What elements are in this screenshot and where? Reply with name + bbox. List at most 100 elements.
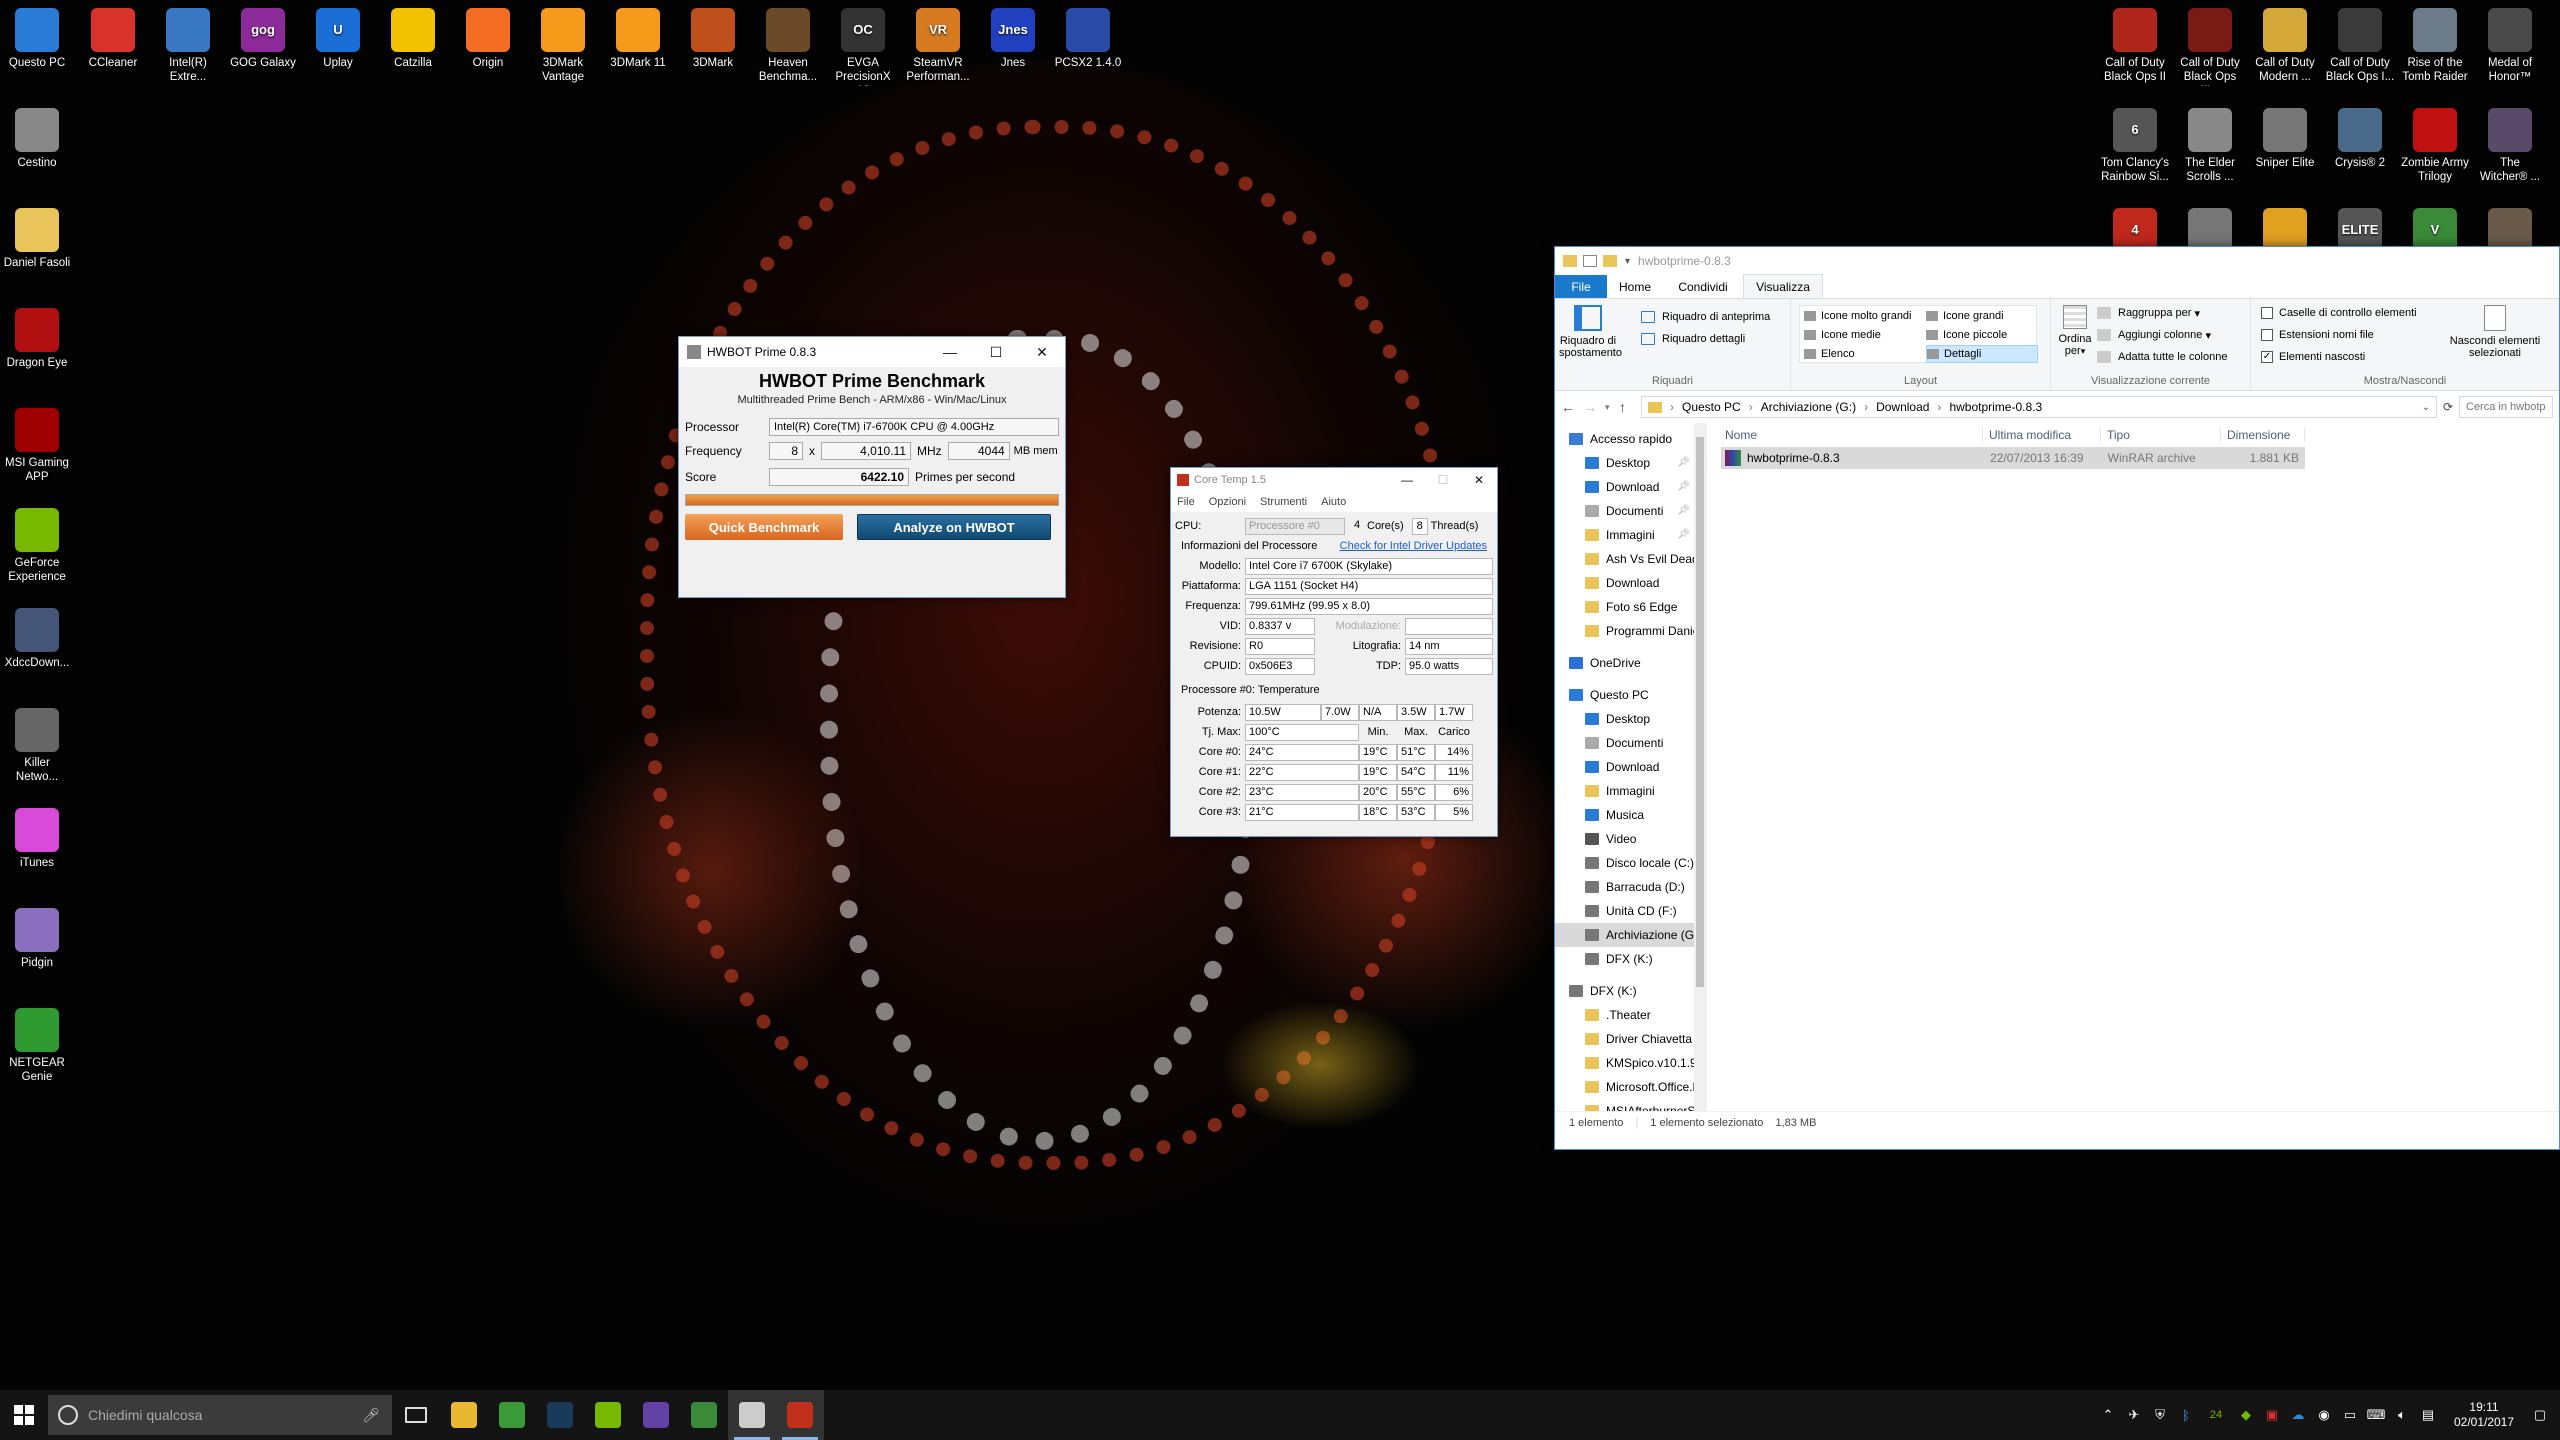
nav-item[interactable]: Unità CD (F:) <box>1555 899 1706 923</box>
desktop-icon[interactable]: Origin <box>453 4 523 70</box>
desktop-icon[interactable]: PCSX2 1.4.0 <box>1053 4 1123 70</box>
microphone-icon[interactable]: 🎤︎ <box>362 1407 380 1424</box>
sort-by-button[interactable]: Ordina per▾ <box>2057 305 2093 357</box>
tray-overflow-icon[interactable]: ⌃ <box>2098 1405 2118 1425</box>
address-bar[interactable]: › Questo PC › Archiviazione (G:) › Downloa… <box>1641 396 2437 418</box>
desktop-icon[interactable]: Call of Duty Black Ops I... <box>2325 4 2395 84</box>
desktop-icon[interactable]: XdccDown... <box>2 604 72 670</box>
back-button[interactable]: ← <box>1561 399 1583 415</box>
pin-icon[interactable]: 📌︎ <box>1677 475 1690 499</box>
tray-msi-icon[interactable]: ▣ <box>2262 1405 2282 1425</box>
nav-item[interactable]: KMSpico.v10.1.9.Fi <box>1555 1051 1706 1075</box>
layout-option[interactable]: Elenco <box>1804 345 1916 363</box>
minimize-button[interactable]: — <box>1389 468 1425 492</box>
nav-item[interactable]: Video <box>1555 827 1706 851</box>
pin-icon[interactable]: 📌︎ <box>1677 451 1690 475</box>
minimize-button[interactable]: — <box>927 337 973 367</box>
desktop-icon[interactable]: 3DMark 11 <box>603 4 673 70</box>
tab-home[interactable]: Home <box>1607 275 1663 298</box>
forward-button[interactable]: → <box>1583 399 1605 415</box>
desktop-icon[interactable]: GeForce Experience <box>2 504 72 584</box>
desktop-icon[interactable]: Heaven Benchma... <box>753 4 823 84</box>
tab-condividi[interactable]: Condividi <box>1663 275 1743 298</box>
breadcrumb-current[interactable]: hwbotprime-0.8.3 <box>1949 400 2042 414</box>
hwbot-titlebar[interactable]: HWBOT Prime 0.8.3 — ☐ ✕ <box>679 337 1065 367</box>
layout-option[interactable]: Icone grandi <box>1926 307 2038 325</box>
tray-nvidia-icon[interactable]: ◆ <box>2236 1405 2256 1425</box>
pin-icon[interactable]: 📌︎ <box>1677 499 1690 523</box>
taskbar-app[interactable] <box>536 1390 584 1440</box>
layout-option[interactable]: Icone molto grandi <box>1804 307 1916 325</box>
details-pane-button[interactable]: Riquadro dettagli <box>1641 329 1745 349</box>
desktop-icon[interactable]: Killer Netwo... <box>2 704 72 784</box>
nav-item[interactable]: Desktop <box>1555 707 1706 731</box>
nav-item[interactable]: OneDrive <box>1555 651 1706 675</box>
preview-pane-button[interactable]: Riquadro di anteprima <box>1641 307 1770 327</box>
action-center-icon[interactable]: ▢ <box>2530 1405 2550 1425</box>
nav-item[interactable]: DFX (K:) <box>1555 979 1706 1003</box>
nav-item[interactable]: Download <box>1555 755 1706 779</box>
start-button[interactable] <box>0 1390 48 1440</box>
column-nome[interactable]: Nome <box>1721 428 1983 442</box>
desktop-icon[interactable]: Cestino <box>2 104 72 170</box>
desktop-icon[interactable]: U Uplay <box>303 4 373 70</box>
layout-option[interactable]: Dettagli <box>1926 345 2038 363</box>
coretemp-titlebar[interactable]: Core Temp 1.5 — ☐ ✕ <box>1171 468 1497 492</box>
layout-option[interactable]: Icone piccole <box>1926 326 2038 344</box>
desktop-icon[interactable]: Daniel Fasoli <box>2 204 72 270</box>
column-tipo[interactable]: Tipo <box>2101 428 2221 442</box>
tray-display-icon[interactable]: ▭ <box>2340 1405 2360 1425</box>
nav-item[interactable]: Questo PC <box>1555 683 1706 707</box>
tray-network-app-icon[interactable]: ✈︎ <box>2124 1405 2144 1425</box>
desktop-icon[interactable]: MSI Gaming APP <box>2 404 72 484</box>
taskbar-app[interactable] <box>728 1390 776 1440</box>
tab-file[interactable]: File <box>1555 275 1607 298</box>
nav-item[interactable]: Ash Vs Evil Dead 2 <box>1555 547 1706 571</box>
desktop-icon[interactable]: Zombie Army Trilogy <box>2400 104 2470 184</box>
tray-shield-icon[interactable]: ⛨ <box>2150 1405 2170 1425</box>
desktop-icon[interactable]: CCleaner <box>78 4 148 70</box>
nav-item[interactable]: Documenti 📌︎ <box>1555 499 1706 523</box>
taskbar-app[interactable] <box>440 1390 488 1440</box>
desktop-icon[interactable]: Pidgin <box>2 904 72 970</box>
tray-badge-icon[interactable]: 24 <box>2202 1405 2230 1425</box>
taskbar-app[interactable] <box>776 1390 824 1440</box>
desktop-icon[interactable]: Call of Duty Black Ops II <box>2100 4 2170 84</box>
search-input[interactable]: Cerca in hwbotp <box>2459 396 2553 418</box>
desktop-icon[interactable]: 3DMark Vantage <box>528 4 598 84</box>
desktop-icon[interactable]: Dragon Eye <box>2 304 72 370</box>
recent-dropdown-icon[interactable]: ▾ <box>1605 402 1619 413</box>
nav-item[interactable]: DFX (K:) <box>1555 947 1706 971</box>
tray-keyboard-icon[interactable]: ▤ <box>2418 1405 2438 1425</box>
column-dimensione[interactable]: Dimensione <box>2221 428 2305 442</box>
hide-selected-button[interactable]: Nascondi elementi selezionati <box>2443 305 2547 359</box>
close-button[interactable]: ✕ <box>1019 337 1065 367</box>
explorer-titlebar[interactable]: ▾ hwbotprime-0.8.3 <box>1555 247 2559 275</box>
menu-strumenti[interactable]: Strumenti <box>1260 496 1307 508</box>
maximize-button[interactable]: ☐ <box>1425 468 1461 492</box>
nav-item[interactable]: Immagini 📌︎ <box>1555 523 1706 547</box>
breadcrumb-drive[interactable]: Archiviazione (G:) <box>1761 400 1856 414</box>
desktop-icon[interactable]: The Elder Scrolls ... <box>2175 104 2245 184</box>
nav-item[interactable]: MSIAfterburnerSetu <box>1555 1099 1706 1111</box>
nav-item[interactable]: Programmi Daniel <box>1555 619 1706 643</box>
file-row[interactable]: hwbotprime-0.8.3 22/07/2013 16:39 WinRAR a… <box>1721 447 2305 469</box>
nav-item[interactable]: Immagini <box>1555 779 1706 803</box>
driver-updates-link[interactable]: Check for Intel Driver Updates <box>1340 540 1487 552</box>
nav-item[interactable]: Foto s6 Edge <box>1555 595 1706 619</box>
desktop-icon[interactable]: 3DMark <box>678 4 748 70</box>
breadcrumb-questo-pc[interactable]: Questo PC <box>1682 400 1741 414</box>
taskbar-app[interactable] <box>680 1390 728 1440</box>
nav-item[interactable]: Desktop 📌︎ <box>1555 451 1706 475</box>
file-extensions-toggle[interactable]: Estensioni nomi file <box>2261 325 2374 345</box>
desktop-icon[interactable]: Call of Duty Black Ops III... <box>2175 4 2245 86</box>
tab-visualizza[interactable]: Visualizza <box>1743 274 1823 298</box>
nav-item[interactable]: Microsoft.Office.Pr <box>1555 1075 1706 1099</box>
nav-item[interactable]: .Theater <box>1555 1003 1706 1027</box>
menu-file[interactable]: File <box>1177 496 1195 508</box>
menu-aiuto[interactable]: Aiuto <box>1321 496 1346 508</box>
new-folder-icon[interactable] <box>1603 255 1617 267</box>
desktop-icon[interactable]: Rise of the Tomb Raider <box>2400 4 2470 84</box>
nav-item[interactable]: Download <box>1555 571 1706 595</box>
navigation-pane-button[interactable]: Riquadro di spostamento <box>1559 305 1622 359</box>
